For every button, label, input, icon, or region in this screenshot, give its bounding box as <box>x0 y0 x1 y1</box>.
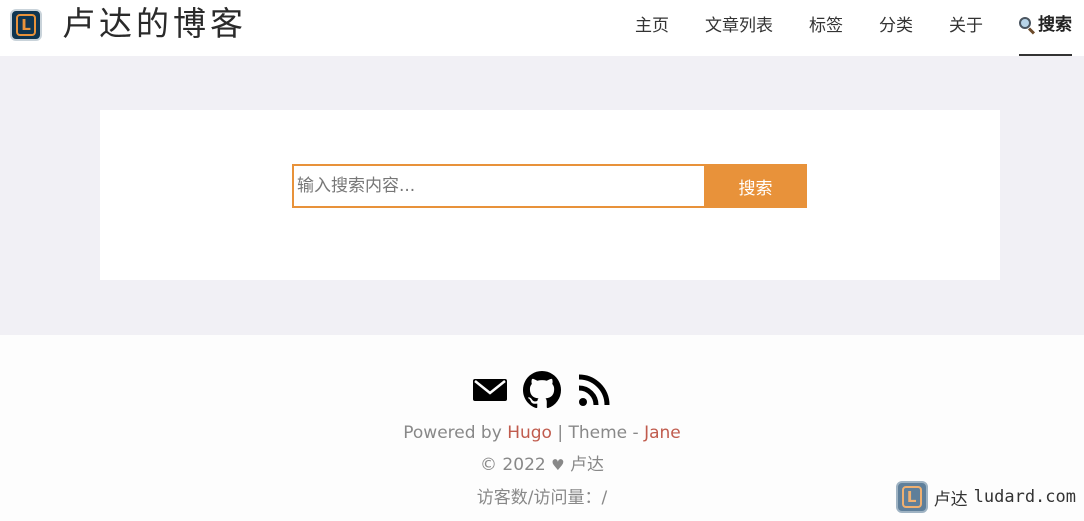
nav-item-label: 搜索 <box>1038 14 1072 35</box>
email-icon[interactable] <box>471 371 509 409</box>
nav-item-categories[interactable]: 分类 <box>879 0 913 56</box>
jane-theme-link[interactable]: Jane <box>644 423 681 443</box>
search-button[interactable]: 搜索 <box>704 164 807 208</box>
logo-letter: L <box>16 14 36 36</box>
search-card: 搜索 <box>100 110 1000 280</box>
site-title[interactable]: 卢达的博客 <box>62 2 247 46</box>
search-input[interactable] <box>292 164 704 208</box>
site-logo[interactable]: L <box>10 9 42 41</box>
watermark-logo: L <box>895 481 928 513</box>
nav-item-tags[interactable]: 标签 <box>809 0 843 56</box>
nav-item-label: 标签 <box>809 15 843 36</box>
nav-item-search[interactable]: 搜索 <box>1019 0 1072 56</box>
nav-item-label: 文章列表 <box>705 15 773 36</box>
watermark-logo-letter: L <box>901 486 922 508</box>
hugo-link[interactable]: Hugo <box>507 423 552 443</box>
magnifier-icon <box>1019 17 1036 35</box>
heart-icon: ♥ <box>551 456 565 474</box>
main-nav: 主页 文章列表 标签 分类 关于 搜索 <box>599 0 1072 56</box>
rss-icon[interactable] <box>575 371 613 409</box>
search-form: 搜索 <box>292 164 807 208</box>
powered-prefix: Powered by <box>403 423 508 443</box>
nav-item-about[interactable]: 关于 <box>949 0 983 56</box>
social-links <box>0 371 1084 409</box>
site-header: L 卢达的博客 主页 文章列表 标签 分类 关于 搜索 <box>0 0 1084 56</box>
copyright-prefix: © 2022 <box>480 455 552 475</box>
theme-separator: | Theme - <box>551 423 645 443</box>
watermark-domain: ludard.com <box>973 487 1076 507</box>
nav-item-home[interactable]: 主页 <box>635 0 669 56</box>
main-content: 搜索 <box>0 56 1084 335</box>
site-footer: Powered by Hugo | Theme - Jane © 2022 ♥ … <box>0 335 1084 521</box>
watermark: L 卢达 ludard.com <box>895 481 1076 513</box>
watermark-text-cn: 卢达 <box>933 489 968 510</box>
powered-by-line: Powered by Hugo | Theme - Jane <box>0 422 1084 444</box>
copyright-author: 卢达 <box>564 455 604 475</box>
nav-item-posts[interactable]: 文章列表 <box>705 0 773 56</box>
copyright-line: © 2022 ♥ 卢达 <box>0 454 1084 476</box>
nav-item-label: 主页 <box>635 15 669 36</box>
nav-item-label: 关于 <box>949 15 983 36</box>
github-icon[interactable] <box>523 371 561 409</box>
nav-item-label: 分类 <box>879 15 913 36</box>
